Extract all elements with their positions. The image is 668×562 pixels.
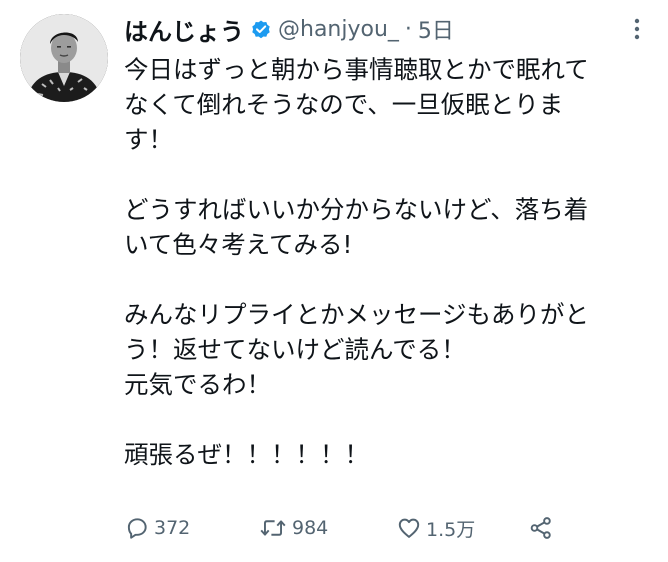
retweet-icon <box>260 520 286 536</box>
like-button[interactable]: 1.5万 <box>396 510 475 546</box>
tweet-text: 今日はずっと朝から事情聴取とかで眠れて なくて倒れそうなので、一旦仮眠とりま す… <box>124 52 652 472</box>
tweet-text-blank-line <box>124 157 652 192</box>
reply-count: 372 <box>154 517 191 539</box>
heart-icon <box>398 518 420 538</box>
reply-button[interactable]: 372 <box>124 510 190 546</box>
tweet-text-line: 今日はずっと朝から事情聴取とかで眠れて <box>124 55 589 84</box>
tweet-text-line: す！ <box>124 125 173 154</box>
retweet-count: 984 <box>292 517 329 539</box>
tweet-text-line: どうすればいいか分からないけど、落ち着 <box>124 195 589 224</box>
tweet-text-line: う！返せてないけど読んでる！ <box>124 335 466 364</box>
more-options-button[interactable] <box>624 16 650 42</box>
share-button[interactable] <box>528 510 554 546</box>
timestamp[interactable]: 5日 <box>418 13 454 45</box>
tweet-text-line: 元気でるわ！ <box>124 370 271 399</box>
tweet-text-blank-line <box>124 262 652 297</box>
tweet-text-blank-line <box>124 402 652 437</box>
share-icon <box>530 517 551 539</box>
tweet-header: はんじょう @hanjyou_ · 5日 <box>124 12 454 47</box>
tweet-text-line: 頑張るぜ！！！！！！ <box>124 440 369 469</box>
verified-badge-icon <box>250 18 272 40</box>
like-count: 1.5万 <box>426 518 476 541</box>
tweet-text-line: みんなリプライとかメッセージもありがと <box>124 300 590 329</box>
more-dots-icon <box>634 18 640 40</box>
separator-dot: · <box>404 16 412 42</box>
display-name[interactable]: はんじょう <box>124 12 244 47</box>
tweet-text-line: いて色々考えてみる! <box>124 230 353 259</box>
reply-icon <box>127 518 147 539</box>
tweet: はんじょう @hanjyou_ · 5日 今日はずっと朝から事情聴取とかで眠れて… <box>0 0 668 562</box>
tweet-actions: 372 984 1.5万 <box>124 510 564 546</box>
handle[interactable]: @hanjyou_ <box>278 17 399 42</box>
tweet-text-line: なくて倒れそうなので、一旦仮眠とりま <box>124 90 564 119</box>
retweet-button[interactable]: 984 <box>258 510 328 546</box>
avatar[interactable] <box>20 14 108 102</box>
